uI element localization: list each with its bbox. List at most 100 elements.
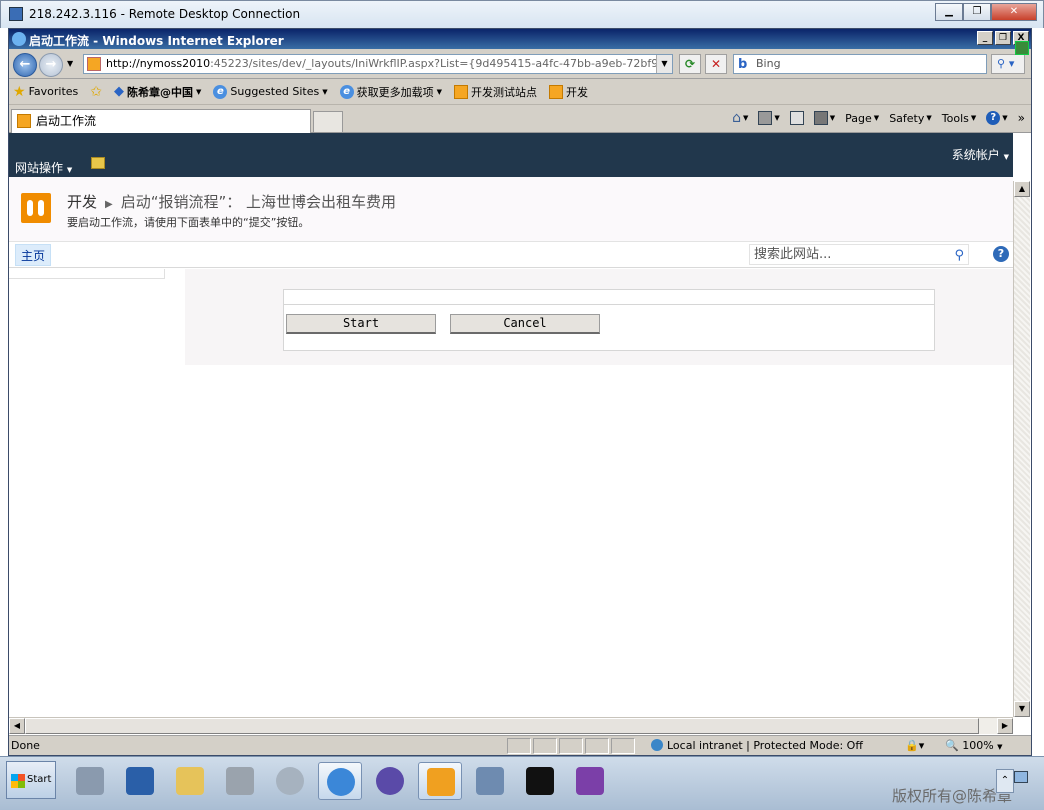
zoom-control[interactable]: 🔍 100% ▼ (945, 739, 1003, 752)
forward-button[interactable]: → (39, 53, 63, 77)
ie-title-bar: 启动工作流 - Windows Internet Explorer _ ❐ X (9, 29, 1031, 49)
page-title: 启动“报销流程”： 上海世博会出租车费用 (120, 193, 397, 211)
favorite-item-chenxizhang[interactable]: ◆ 陈希章@中国 ▼ (114, 84, 201, 100)
site-search-input[interactable]: 搜索此网站... ⚲ (749, 244, 969, 265)
tab-start-workflow[interactable]: 启动工作流 (11, 109, 311, 133)
help-icon[interactable]: ? (993, 246, 1009, 262)
favorite-item-label: 开发 (566, 85, 588, 99)
refresh-button[interactable]: ⟳ (679, 54, 701, 74)
sharepoint-designer-icon (427, 768, 455, 796)
favorite-item-suggested-sites[interactable]: e Suggested Sites ▼ (213, 84, 328, 99)
site-logo-icon (21, 193, 51, 223)
start-button[interactable]: Start (6, 761, 56, 799)
start-button[interactable]: Start (286, 314, 436, 334)
help-icon: ? (986, 111, 1001, 125)
page-menu-button[interactable]: Page ▼ (845, 112, 879, 125)
breadcrumb-home-link[interactable]: 开发 (67, 193, 97, 211)
stop-button[interactable]: ✕ (705, 54, 727, 74)
security-zone[interactable]: Local intranet | Protected Mode: Off (651, 739, 863, 752)
recent-pages-dropdown-icon[interactable]: ▼ (67, 59, 73, 68)
horizontal-scrollbar[interactable]: ◀ ▶ (9, 717, 1013, 734)
status-cell (533, 738, 557, 754)
sharepoint-site-icon (17, 114, 31, 128)
back-button[interactable]: ← (13, 53, 37, 77)
windows-logo-icon (11, 774, 25, 788)
taskbar-visual-studio[interactable] (368, 762, 412, 800)
rdp-app-icon (9, 7, 23, 21)
favorite-item-dev-test-site[interactable]: 开发测试站点 (454, 84, 537, 100)
taskbar-infopath[interactable] (568, 762, 612, 800)
taskbar-server-manager[interactable] (68, 762, 112, 800)
cancel-button[interactable]: Cancel (450, 314, 600, 334)
taskbar-sharepoint-designer[interactable] (418, 762, 462, 800)
add-favorite-button[interactable]: ✩ (90, 84, 102, 100)
favorites-star-icon: ★ (13, 83, 26, 100)
address-dropdown-icon[interactable]: ▼ (656, 55, 672, 73)
server-manager-icon (76, 767, 104, 795)
vertical-scrollbar[interactable]: ▲ ▼ (1013, 181, 1030, 717)
chevron-down-icon: ▼ (970, 114, 977, 122)
help-menu-button[interactable]: ? ▼ (986, 111, 1008, 125)
search-go-button[interactable]: ⚲ ▾ (991, 54, 1025, 74)
home-button[interactable]: ⌂ ▼ (732, 110, 748, 126)
account-menu[interactable]: 系统帐户 ▼ (952, 146, 1009, 163)
chevron-down-icon: ▼ (926, 114, 932, 122)
feeds-button[interactable]: ▼ (758, 111, 780, 125)
tray-expand-button[interactable]: ⌃ (996, 769, 1014, 793)
mail-button[interactable] (789, 111, 804, 125)
printer-icon (813, 111, 828, 125)
address-host: http://nymoss2010 (106, 57, 211, 70)
taskbar-services[interactable] (268, 762, 312, 800)
taskbar-explorer[interactable] (168, 762, 212, 800)
rdp-close-button[interactable]: ✕ (991, 3, 1037, 21)
status-bar: Done Local intranet | Protected Mode: Of… (9, 735, 1031, 755)
rdp-restore-button[interactable]: ❐ (963, 3, 991, 21)
scroll-up-icon[interactable]: ▲ (1014, 181, 1030, 197)
print-button[interactable]: ▼ (813, 111, 836, 125)
taskbar-admin-tools[interactable] (218, 762, 262, 800)
nav-home-link[interactable]: 主页 (15, 244, 52, 266)
favorites-button[interactable]: ★ Favorites (13, 84, 78, 100)
favorite-item-more-addons[interactable]: e 获取更多加载项 ▼ (339, 84, 442, 100)
scroll-down-icon[interactable]: ▼ (1014, 701, 1030, 717)
taskbar-powershell[interactable] (118, 762, 162, 800)
taskbar-computer-management[interactable] (468, 762, 512, 800)
rdp-title-bar: 218.242.3.116 - Remote Desktop Connectio… (0, 0, 1044, 28)
scroll-right-icon[interactable]: ▶ (997, 718, 1013, 734)
vertical-scroll-track[interactable] (1014, 197, 1030, 701)
new-tab-button[interactable] (313, 111, 343, 133)
rdp-minimize-button[interactable]: ▁ (935, 3, 963, 21)
chevron-down-icon: ▼ (436, 87, 442, 96)
chevron-down-icon: ▼ (742, 114, 749, 122)
chevron-down-icon: ▼ (829, 114, 836, 122)
favorites-label: Favorites (28, 85, 79, 98)
favorite-feed-icon: ◆ (114, 84, 124, 99)
mail-icon (789, 111, 804, 125)
more-commands-icon[interactable]: » (1018, 111, 1025, 125)
chevron-down-icon: ▼ (873, 114, 880, 122)
taskbar-command-prompt[interactable] (518, 762, 562, 800)
ie-minimize-button[interactable]: _ (977, 31, 993, 45)
sharepoint-site-icon (454, 84, 468, 99)
site-search-placeholder: 搜索此网站... (754, 247, 832, 262)
ie-restore-button[interactable]: ❐ (995, 31, 1011, 45)
ribbon-sync-icon[interactable] (1015, 41, 1029, 55)
horizontal-scroll-thumb[interactable] (25, 718, 979, 734)
favorite-item-dev[interactable]: 开发 (549, 84, 588, 100)
tools-menu-button[interactable]: Tools ▼ (942, 112, 977, 125)
safety-menu-button[interactable]: Safety ▼ (889, 112, 932, 125)
navigate-up-icon[interactable] (91, 157, 105, 169)
search-icon[interactable]: ⚲ (954, 246, 964, 265)
network-monitor-icon[interactable] (1014, 771, 1028, 783)
status-text: Done (11, 739, 40, 752)
favorite-item-label: 获取更多加载项 (356, 85, 434, 99)
bing-search-placeholder: Bing (756, 57, 781, 70)
address-input[interactable]: http://nymoss2010:45223/sites/dev/_layou… (83, 54, 673, 74)
page-description: 要启动工作流，请使用下面表单中的“提交”按钮。 (67, 216, 310, 229)
address-bar-row: ← → ▼ http://nymoss2010:45223/sites/dev/… (9, 49, 1031, 79)
site-actions-menu[interactable]: 网站操作 ▼ (15, 159, 72, 176)
bing-search-input[interactable]: b Bing (733, 54, 987, 74)
taskbar-internet-explorer[interactable] (318, 762, 362, 800)
scroll-left-icon[interactable]: ◀ (9, 718, 25, 734)
protected-mode-icon[interactable]: 🔒▾ (905, 739, 924, 752)
